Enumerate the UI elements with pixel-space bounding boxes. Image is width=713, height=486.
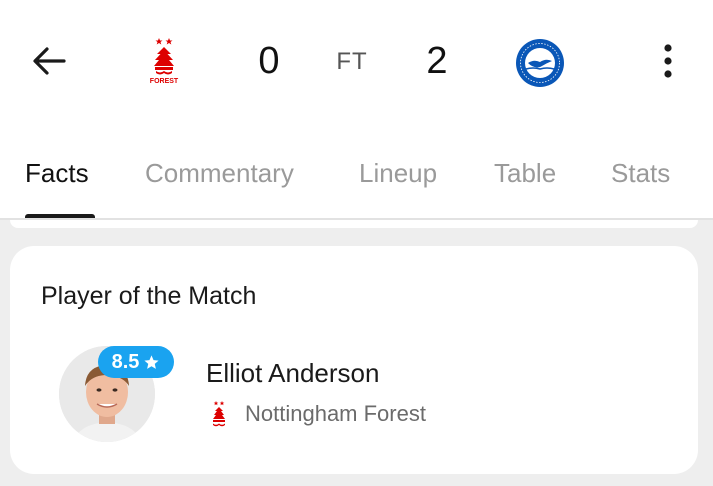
- star-icon: [144, 354, 159, 369]
- tab-table[interactable]: Table: [494, 158, 556, 189]
- rating-value: 8.5: [111, 350, 140, 373]
- player-name: Elliot Anderson: [206, 358, 380, 388]
- arrow-left-icon: [33, 47, 66, 75]
- tab-commentary[interactable]: Commentary: [145, 158, 294, 189]
- match-header: FOREST 0 FT 2: [0, 0, 713, 120]
- back-button[interactable]: [26, 40, 72, 82]
- tab-lineup[interactable]: Lineup: [359, 158, 437, 189]
- home-team-crest[interactable]: FOREST: [144, 36, 184, 86]
- card-title: Player of the Match: [41, 282, 257, 310]
- player-team-name: Nottingham Forest: [245, 401, 426, 426]
- match-tabs: Facts Commentary Lineup Table Stats: [0, 148, 713, 219]
- away-score: 2: [426, 40, 448, 82]
- home-score: 0: [258, 40, 280, 82]
- player-of-the-match-card[interactable]: Player of the Match 8.5 Elliot Anderson: [10, 246, 698, 474]
- tab-stats[interactable]: Stats: [611, 158, 670, 189]
- more-options-button[interactable]: [650, 38, 686, 84]
- more-vertical-icon: [664, 44, 672, 78]
- svg-text:FOREST: FOREST: [150, 78, 179, 85]
- tab-facts[interactable]: Facts: [25, 158, 89, 189]
- rating-badge: 8.5: [98, 346, 174, 378]
- facts-content[interactable]: Player of the Match 8.5 Elliot Anderson: [0, 220, 713, 486]
- team-crest-icon: [208, 400, 230, 428]
- previous-card-edge: [10, 220, 698, 228]
- away-team-crest[interactable]: [514, 38, 566, 88]
- match-status: FT: [336, 48, 368, 75]
